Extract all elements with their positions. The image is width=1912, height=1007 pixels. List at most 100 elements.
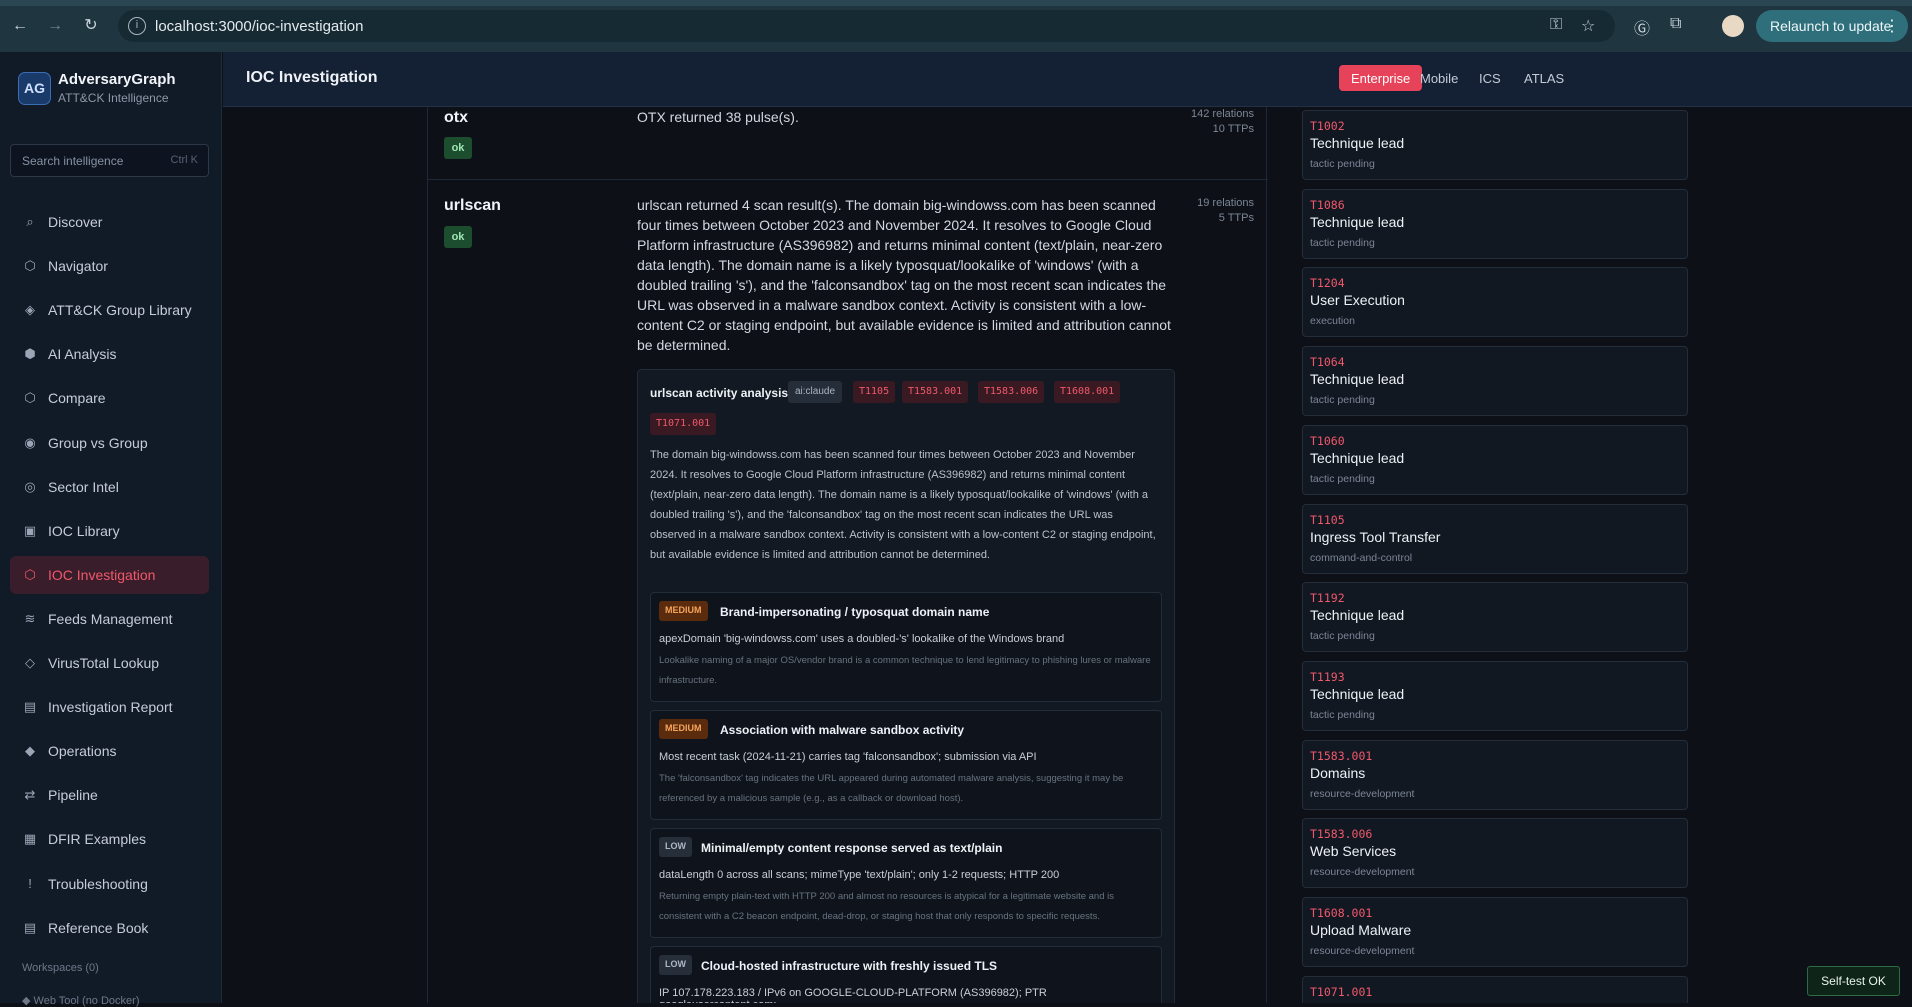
- sidebar-item-pipeline[interactable]: ⇄ Pipeline: [10, 776, 209, 814]
- technique-card[interactable]: T1204 User Execution execution: [1302, 267, 1688, 338]
- technique-tactic: tactic pending: [1310, 472, 1375, 485]
- grammarly-icon[interactable]: Ⓖ: [1634, 15, 1650, 39]
- relaunch-button[interactable]: Relaunch to update ⋮: [1756, 10, 1908, 42]
- sidebar-item-virustotal-lookup[interactable]: ◇ VirusTotal Lookup: [10, 644, 209, 682]
- sidebar-item-group-vs-group[interactable]: ◉ Group vs Group: [10, 424, 209, 462]
- sidebar-item-label: Compare: [48, 390, 106, 407]
- sidebar-item-ai-analysis[interactable]: ⬢ AI Analysis: [10, 335, 209, 373]
- site-info-icon[interactable]: i: [128, 17, 146, 35]
- avatar[interactable]: [1722, 15, 1744, 37]
- sidebar-item-reference-book[interactable]: ▤ Reference Book: [10, 909, 209, 947]
- webtool-label: ◆ Web Tool (no Docker): [22, 995, 140, 1007]
- technique-card[interactable]: T1002 Technique lead tactic pending: [1302, 110, 1688, 180]
- technique-card[interactable]: T1193 Technique lead tactic pending: [1302, 660, 1688, 731]
- technique-tactic: execution: [1310, 315, 1355, 328]
- technique-card[interactable]: T1608.001 Upload Malware resource-developm…: [1302, 897, 1688, 967]
- address-bar[interactable]: i localhost:3000/ioc-investigation ⚿ ☆: [118, 10, 1615, 42]
- sidebar-item-label: Troubleshooting: [48, 875, 148, 892]
- page-title: IOC Investigation: [246, 69, 378, 86]
- technique-tag[interactable]: T1583.001: [902, 381, 969, 403]
- sidebar-item-sector-intel[interactable]: ◎ Sector Intel: [10, 468, 209, 506]
- technique-tag[interactable]: T1608.001: [1054, 381, 1121, 403]
- sidebar-item-label: Group vs Group: [48, 434, 148, 451]
- technique-name: Technique lead: [1310, 449, 1405, 466]
- technique-card[interactable]: T1071.001Web Protocolscommand-and-contro…: [1302, 975, 1688, 1003]
- technique-tactic: command-and-control: [1310, 551, 1413, 564]
- key-icon[interactable]: ⚿: [1550, 16, 1562, 34]
- tab-atlas[interactable]: ATLAS: [1512, 65, 1576, 91]
- sidebar-item-label: IOC Investigation: [48, 566, 156, 583]
- url-text[interactable]: localhost:3000/ioc-investigation: [155, 18, 363, 35]
- reload-icon[interactable]: ↻: [80, 15, 102, 37]
- technique-id: T1608.001: [1310, 906, 1373, 920]
- sidebar-item-att-ck-group-library[interactable]: ◈ ATT&CK Group Library: [10, 291, 209, 329]
- relaunch-label: Relaunch to update: [1770, 18, 1892, 34]
- back-icon[interactable]: ←: [9, 15, 31, 37]
- technique-id: T1002: [1310, 119, 1345, 133]
- tab-mobile[interactable]: Mobile: [1408, 65, 1470, 91]
- technique-id: T1193: [1310, 669, 1345, 684]
- sidebar-item-discover[interactable]: ⌕ Discover: [10, 203, 209, 241]
- sidebar-item-compare[interactable]: ⬡ Compare: [10, 379, 209, 417]
- technique-id: T1583.006: [1310, 827, 1373, 842]
- sidebar-item-dfir-examples[interactable]: ▦ DFIR Examples: [10, 820, 209, 858]
- brand-subtitle: ATT&CK Intelligence: [58, 91, 169, 105]
- technique-card[interactable]: T1192 Technique lead tactic pending: [1302, 582, 1688, 653]
- search-input[interactable]: Search intelligence Ctrl K: [10, 144, 209, 177]
- technique-id: T1204: [1310, 276, 1345, 291]
- tab-ics[interactable]: ICS: [1467, 65, 1513, 91]
- technique-card[interactable]: T1064 Technique lead tactic pending: [1302, 346, 1688, 417]
- finding-evidence: apexDomain 'big-windowss.com' uses a dou…: [659, 633, 1065, 645]
- sidebar-item-label: ATT&CK Group Library: [48, 302, 192, 319]
- ttp-count: 10 TTPs: [1212, 123, 1254, 135]
- technique-card[interactable]: T1583.006 Web Services resource-developmen…: [1302, 818, 1688, 889]
- technique-name: Technique lead: [1310, 213, 1405, 230]
- finding-evidence: IP 107.178.223.183 / IPv6 on GOOGLE-CLOU…: [659, 987, 1047, 1003]
- diamond-outline-icon: ◇: [25, 655, 35, 670]
- technique-name: Technique lead: [1310, 607, 1405, 624]
- sidebar-item-investigation-report[interactable]: ▤ Investigation Report: [10, 688, 209, 726]
- technique-id: T1105: [1310, 512, 1345, 527]
- technique-tag[interactable]: T1071.001: [650, 413, 717, 435]
- more-icon[interactable]: ⋮: [1884, 16, 1900, 36]
- sidebar-item-label: Discover: [48, 214, 103, 230]
- technique-name: Web Services: [1310, 843, 1397, 860]
- sidebar-item-troubleshooting[interactable]: ! Troubleshooting: [10, 865, 209, 903]
- source-name: otx: [444, 109, 468, 126]
- technique-tactic: resource-development: [1310, 945, 1415, 957]
- report-icon: ▤: [23, 699, 37, 715]
- sidebar-item-label: Operations: [48, 743, 117, 760]
- sidebar-item-feeds-management[interactable]: ≋ Feeds Management: [10, 600, 209, 638]
- selftest-badge[interactable]: Self-test OK: [1807, 966, 1900, 996]
- technique-tag[interactable]: T1583.006: [978, 381, 1045, 403]
- star-icon[interactable]: ☆: [1581, 16, 1595, 36]
- technique-id: T1060: [1310, 433, 1345, 448]
- technique-tag[interactable]: T1105: [853, 381, 896, 403]
- technique-card[interactable]: T1583.001 Domains resource-development: [1302, 739, 1688, 810]
- sidebar-item-ioc-investigation[interactable]: ⬡ IOC Investigation: [10, 555, 209, 594]
- source-results: otx ok OTX returned 38 pulse(s). 142 rel…: [427, 107, 1268, 1003]
- technique-id: T1071.001: [1310, 984, 1373, 999]
- extensions-icon[interactable]: ⧉: [1670, 15, 1681, 33]
- technique-card[interactable]: T1105 Ingress Tool Transfer command-and-co…: [1302, 503, 1688, 574]
- workspaces-label[interactable]: Workspaces (0): [22, 962, 99, 974]
- analysis-card: urlscan activity analysis ai:claude T110…: [637, 369, 1175, 1003]
- analysis-title: urlscan activity analysis: [650, 386, 789, 400]
- forward-icon[interactable]: →: [44, 15, 66, 37]
- sidebar-item-navigator[interactable]: ⬡ Navigator: [10, 247, 209, 285]
- technique-id: T1086: [1310, 197, 1345, 212]
- technique-name: Technique lead: [1310, 371, 1405, 388]
- sidebar-item-ioc-library[interactable]: ▣ IOC Library: [10, 512, 209, 550]
- technique-name: User Execution: [1310, 292, 1405, 309]
- finding-note: Lookalike naming of a major OS/vendor br…: [659, 655, 1151, 686]
- hexagon-icon: ⬡: [24, 390, 36, 406]
- sidebar-item-operations[interactable]: ◆ Operations: [10, 732, 209, 770]
- source-stats: 19 relations 5 TTPs: [1144, 196, 1254, 226]
- diamond-icon: ◈: [25, 302, 35, 318]
- technique-card[interactable]: T1086 Technique lead tactic pending: [1302, 188, 1688, 259]
- technique-name: Technique lead: [1310, 685, 1405, 702]
- technique-tactic: resource-development: [1310, 787, 1415, 800]
- finding-title: Association with malware sandbox activit…: [720, 723, 965, 737]
- technique-card[interactable]: T1060 Technique lead tactic pending: [1302, 424, 1688, 495]
- finding-card: MEDIUM Association with malware sandbox …: [650, 710, 1162, 820]
